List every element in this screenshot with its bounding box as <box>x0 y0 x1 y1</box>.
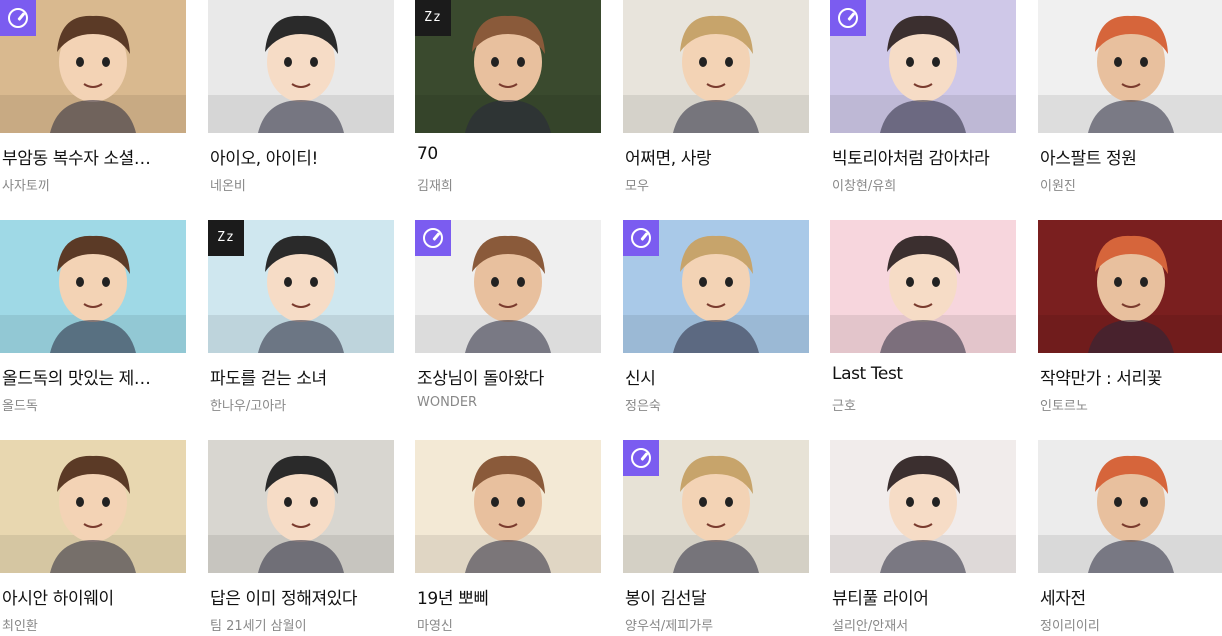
webtoon-thumbnail[interactable]: Zz <box>208 220 394 353</box>
webtoon-thumbnail[interactable]: Zz <box>415 0 601 133</box>
webtoon-card[interactable]: 빅토리아처럼 감아차라이창현/유희 <box>830 0 1016 196</box>
webtoon-card[interactable]: 뷰티풀 라이어설리안/안재서 <box>830 440 1016 636</box>
webtoon-title[interactable]: 올드독의 맛있는 제… <box>2 364 186 389</box>
webtoon-title[interactable]: 19년 뽀삐 <box>417 584 601 609</box>
webtoon-title[interactable]: Last Test <box>832 364 1016 384</box>
webtoon-author: 모우 <box>625 179 649 194</box>
webtoon-card[interactable]: Zz 70 김재희 <box>415 0 601 196</box>
webtoon-thumbnail[interactable] <box>208 0 394 133</box>
webtoon-author: 정이리이리 <box>1040 619 1100 634</box>
webtoon-title[interactable]: 작약만가 : 서리꽃 <box>1040 364 1222 389</box>
webtoon-card[interactable]: 세자전정이리이리 <box>1038 440 1222 636</box>
webtoon-title[interactable]: 신시 <box>625 364 809 389</box>
clock-icon <box>623 220 659 256</box>
webtoon-author: 근호 <box>832 399 856 414</box>
webtoon-author: 설리안/안재서 <box>832 619 909 634</box>
clock-icon <box>623 440 659 476</box>
webtoon-author: 정은숙 <box>625 399 661 414</box>
webtoon-card[interactable]: 답은 이미 정해져있다팀 21세기 삼월이 <box>208 440 394 636</box>
webtoon-author: 사자토끼 <box>2 179 50 194</box>
thumbnail-artwork <box>208 440 394 573</box>
webtoon-title[interactable]: 답은 이미 정해져있다 <box>210 584 394 609</box>
webtoon-card[interactable]: Last Test 근호 <box>830 220 1016 416</box>
webtoon-author: 양우석/제피가루 <box>625 619 714 634</box>
webtoon-author: 올드독 <box>2 399 38 414</box>
webtoon-thumbnail[interactable] <box>1038 440 1222 573</box>
webtoon-thumbnail[interactable] <box>0 220 186 353</box>
webtoon-title[interactable]: 파도를 걷는 소녀 <box>210 364 394 389</box>
webtoon-card[interactable]: 어쩌면, 사랑모우 <box>623 0 809 196</box>
webtoon-author: 최인환 <box>2 619 38 634</box>
thumbnail-artwork <box>208 0 394 133</box>
webtoon-title[interactable]: 세자전 <box>1040 584 1222 609</box>
webtoon-thumbnail[interactable] <box>830 440 1016 573</box>
webtoon-card[interactable]: 조상님이 돌아왔다 WONDER <box>415 220 601 416</box>
webtoon-thumbnail[interactable] <box>623 0 809 133</box>
webtoon-title[interactable]: 조상님이 돌아왔다 <box>417 364 601 389</box>
webtoon-thumbnail[interactable] <box>1038 220 1222 353</box>
webtoon-author: 네온비 <box>210 179 246 194</box>
webtoon-title[interactable]: 아시안 하이웨이 <box>2 584 186 609</box>
webtoon-title[interactable]: 어쩌면, 사랑 <box>625 144 809 169</box>
thumbnail-artwork <box>830 440 1016 573</box>
webtoon-title[interactable]: 아이오, 아이티! <box>210 144 394 169</box>
webtoon-thumbnail[interactable] <box>208 440 394 573</box>
webtoon-title[interactable]: 뷰티풀 라이어 <box>832 584 1016 609</box>
webtoon-author: 인토르노 <box>1040 399 1088 414</box>
webtoon-card[interactable]: 신시정은숙 <box>623 220 809 416</box>
webtoon-card[interactable]: 봉이 김선달양우석/제피가루 <box>623 440 809 636</box>
webtoon-author: 마영신 <box>417 619 453 634</box>
webtoon-author: WONDER <box>417 395 478 410</box>
thumbnail-artwork <box>0 440 186 573</box>
thumbnail-artwork <box>830 220 1016 353</box>
webtoon-thumbnail[interactable] <box>1038 0 1222 133</box>
webtoon-card[interactable]: 아스팔트 정원이원진 <box>1038 0 1222 196</box>
webtoon-thumbnail[interactable] <box>415 220 601 353</box>
thumbnail-artwork <box>1038 440 1222 573</box>
thumbnail-artwork <box>415 440 601 573</box>
webtoon-grid: 부암동 복수자 소셜… 사자토끼 아이오, 아이티! 네온비 Zz 70 김재희 어쩌면… <box>0 0 1222 636</box>
webtoon-author: 이원진 <box>1040 179 1076 194</box>
webtoon-card[interactable]: Zz 파도를 걷는 소녀한나우/고아라 <box>208 220 394 416</box>
clock-icon <box>415 220 451 256</box>
webtoon-author: 팀 21세기 삼월이 <box>210 619 307 634</box>
webtoon-author: 한나우/고아라 <box>210 399 287 414</box>
webtoon-card[interactable]: 부암동 복수자 소셜… 사자토끼 <box>0 0 186 196</box>
zz-icon: Zz <box>208 220 244 256</box>
thumbnail-artwork <box>1038 220 1222 353</box>
webtoon-thumbnail[interactable] <box>623 220 809 353</box>
clock-icon <box>830 0 866 36</box>
webtoon-card[interactable]: 작약만가 : 서리꽃인토르노 <box>1038 220 1222 416</box>
webtoon-thumbnail[interactable] <box>0 440 186 573</box>
webtoon-title[interactable]: 빅토리아처럼 감아차라 <box>832 144 1016 169</box>
clock-icon <box>0 0 36 36</box>
thumbnail-artwork <box>1038 0 1222 133</box>
webtoon-title[interactable]: 아스팔트 정원 <box>1040 144 1222 169</box>
webtoon-thumbnail[interactable] <box>415 440 601 573</box>
webtoon-card[interactable]: 올드독의 맛있는 제… 올드독 <box>0 220 186 416</box>
zz-icon: Zz <box>415 0 451 36</box>
webtoon-author: 김재희 <box>417 179 453 194</box>
webtoon-card[interactable]: 아이오, 아이티! 네온비 <box>208 0 394 196</box>
webtoon-thumbnail[interactable] <box>830 220 1016 353</box>
webtoon-title[interactable]: 70 <box>417 144 601 164</box>
webtoon-card[interactable]: 19년 뽀삐마영신 <box>415 440 601 636</box>
webtoon-thumbnail[interactable] <box>830 0 1016 133</box>
webtoon-thumbnail[interactable] <box>0 0 186 133</box>
thumbnail-artwork <box>623 0 809 133</box>
webtoon-title[interactable]: 봉이 김선달 <box>625 584 809 609</box>
webtoon-title[interactable]: 부암동 복수자 소셜… <box>2 144 186 169</box>
webtoon-thumbnail[interactable] <box>623 440 809 573</box>
webtoon-author: 이창현/유희 <box>832 179 897 194</box>
webtoon-card[interactable]: 아시안 하이웨이최인환 <box>0 440 186 636</box>
thumbnail-artwork <box>0 220 186 353</box>
